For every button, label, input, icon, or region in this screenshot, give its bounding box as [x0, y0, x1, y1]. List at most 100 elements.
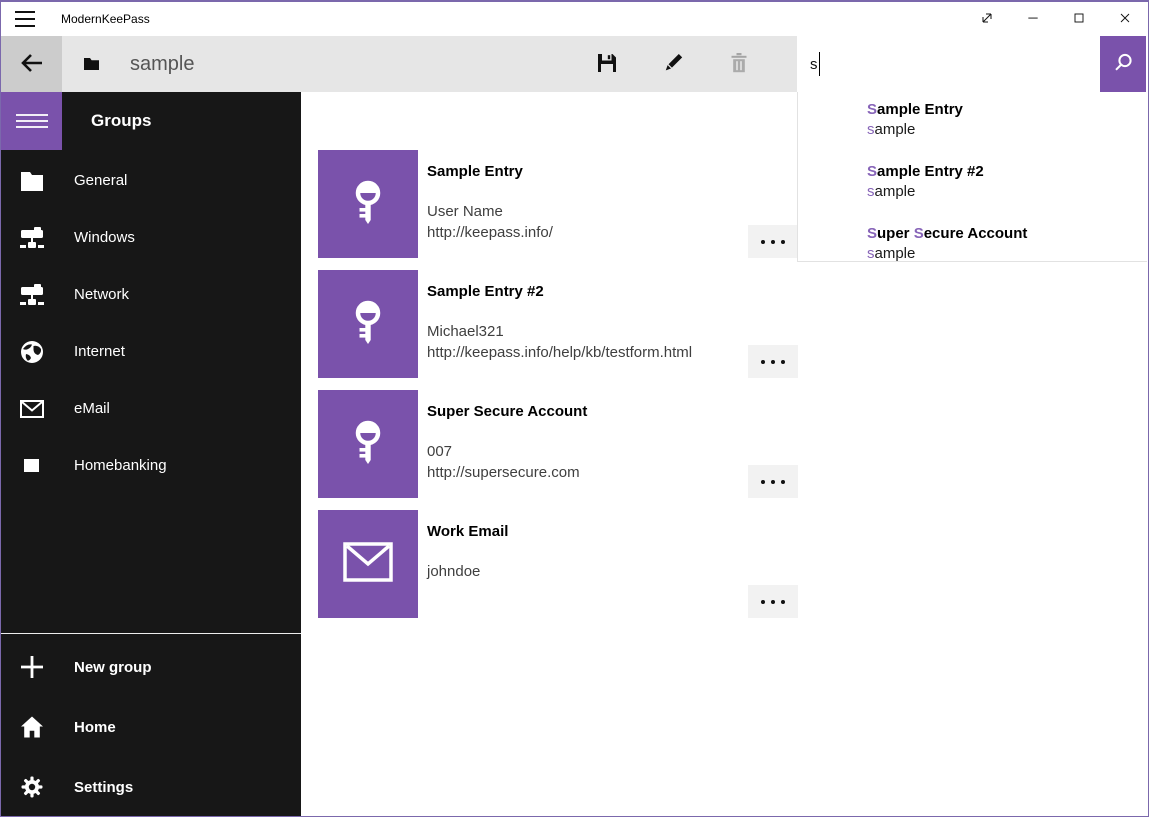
workstation-icon [20, 283, 44, 307]
entry-title: Super Secure Account [427, 403, 587, 420]
square-icon [20, 454, 44, 478]
window-title: ModernKeePass [61, 12, 150, 26]
sidebar-item-label: Settings [74, 779, 133, 796]
sidebar-item-label: New group [74, 659, 152, 676]
save-button[interactable] [589, 46, 625, 82]
group-list: General Windows [1, 152, 301, 494]
sidebar-item-label: eMail [74, 400, 110, 417]
sidebar-item-email[interactable]: eMail [1, 380, 301, 437]
suggestion-subtitle: sample [867, 182, 1147, 202]
entry-row[interactable]: Sample Entry #2 Michael321 http://keepas… [318, 270, 838, 378]
entry-details: User Name http://keepass.info/ [427, 202, 553, 243]
app-bar: sample [1, 36, 797, 92]
folder-icon [20, 169, 44, 193]
search-button[interactable] [1100, 36, 1146, 92]
plus-icon [20, 655, 44, 679]
key-icon [344, 418, 392, 471]
entry-username: User Name [427, 202, 553, 223]
entry-row[interactable]: Sample Entry User Name http://keepass.in… [318, 150, 838, 258]
diagonal-resize-icon [979, 10, 995, 29]
close-icon [1117, 10, 1133, 29]
back-arrow-icon [18, 50, 46, 79]
gear-icon [20, 775, 44, 799]
sidebar-item-label: General [74, 172, 127, 189]
minimize-icon [1025, 10, 1041, 29]
suggestion-title: Sample Entry #2 [867, 162, 1147, 182]
entry-url: http://keepass.info/ [427, 223, 553, 244]
sidebar-item-home[interactable]: Home [1, 697, 301, 757]
suggestion-subtitle: sample [867, 244, 1147, 264]
titlebar-hamburger-icon[interactable] [15, 11, 35, 27]
sidebar-heading: Groups [91, 110, 151, 132]
save-icon [595, 51, 619, 78]
search-icon [1112, 52, 1134, 77]
entry-more-button[interactable] [748, 345, 798, 378]
envelope-icon [20, 397, 44, 421]
pencil-icon [661, 51, 685, 78]
key-icon [344, 298, 392, 351]
entry-more-button[interactable] [748, 465, 798, 498]
workstation-icon [20, 226, 44, 250]
globe-icon [20, 340, 44, 364]
entry-more-button[interactable] [748, 585, 798, 618]
entry-title: Sample Entry #2 [427, 283, 544, 300]
search-input[interactable] [797, 36, 1100, 92]
search-box [797, 36, 1100, 92]
window-controls [964, 2, 1148, 36]
sidebar-separator [1, 633, 301, 634]
minimize-button[interactable] [1010, 2, 1056, 36]
sidebar-item-new-group[interactable]: New group [1, 637, 301, 697]
search-suggestion[interactable]: Sample Entry sample [798, 100, 1147, 160]
entry-tile [318, 510, 418, 618]
sidebar-hamburger-button[interactable] [1, 92, 62, 150]
entry-username: Michael321 [427, 322, 692, 343]
entry-row[interactable]: Super Secure Account 007 http://supersec… [318, 390, 838, 498]
search-suggestion[interactable]: Super Secure Account sample [798, 224, 1147, 284]
delete-button[interactable] [721, 46, 757, 82]
sidebar-item-label: Network [74, 286, 129, 303]
envelope-icon [343, 542, 393, 587]
entry-details: 007 http://supersecure.com [427, 442, 580, 483]
entry-more-button[interactable] [748, 225, 798, 258]
sidebar-item-network[interactable]: Network [1, 266, 301, 323]
sidebar-item-internet[interactable]: Internet [1, 323, 301, 380]
edit-button[interactable] [655, 46, 691, 82]
maximize-button[interactable] [1056, 2, 1102, 36]
sidebar-item-settings[interactable]: Settings [1, 757, 301, 817]
group-folder-icon [83, 57, 100, 76]
ellipsis-icon [761, 480, 765, 484]
entry-title: Work Email [427, 523, 508, 540]
appbar-actions [589, 36, 757, 92]
entry-url: http://supersecure.com [427, 463, 580, 484]
ellipsis-icon [761, 360, 765, 364]
entry-details: johndoe [427, 562, 480, 583]
text-cursor [819, 52, 820, 76]
sidebar-item-label: Internet [74, 343, 125, 360]
key-icon [344, 178, 392, 231]
suggestion-subtitle: sample [867, 120, 1147, 140]
search-suggestions-dropdown: Sample Entry sample Sample Entry #2 samp… [797, 92, 1147, 262]
entry-title: Sample Entry [427, 163, 523, 180]
entry-tile [318, 390, 418, 498]
entry-tile [318, 270, 418, 378]
sidebar-actions: New group Home Settings [1, 637, 301, 817]
title-bar: ModernKeePass [1, 2, 1148, 36]
entry-details: Michael321 http://keepass.info/help/kb/t… [427, 322, 692, 363]
close-button[interactable] [1102, 2, 1148, 36]
entry-username: 007 [427, 442, 580, 463]
suggestion-title: Sample Entry [867, 100, 1147, 120]
sidebar-item-label: Home [74, 719, 116, 736]
current-group-title: sample [130, 36, 194, 92]
back-button[interactable] [1, 36, 62, 92]
sidebar-item-homebanking[interactable]: Homebanking [1, 437, 301, 494]
search-suggestion[interactable]: Sample Entry #2 sample [798, 162, 1147, 222]
sidebar-item-general[interactable]: General [1, 152, 301, 209]
ellipsis-icon [761, 240, 765, 244]
entry-row[interactable]: Work Email johndoe [318, 510, 838, 618]
sidebar: Groups General Windows [1, 92, 301, 816]
expand-window-button[interactable] [964, 2, 1010, 36]
entry-tile [318, 150, 418, 258]
sidebar-item-windows[interactable]: Windows [1, 209, 301, 266]
sidebar-item-label: Homebanking [74, 457, 167, 474]
entry-username: johndoe [427, 562, 480, 583]
